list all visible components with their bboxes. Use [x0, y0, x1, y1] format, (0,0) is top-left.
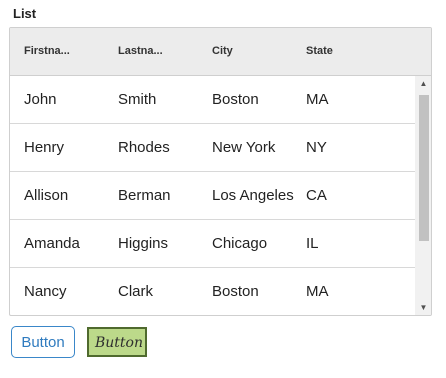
column-header-city[interactable]: City: [212, 45, 302, 57]
table-row[interactable]: Henry Rhodes New York NY: [10, 124, 415, 172]
scrollbar-thumb[interactable]: [419, 95, 429, 241]
table-row[interactable]: Allison Berman Los Angeles CA: [10, 172, 415, 220]
table-row[interactable]: Amanda Higgins Chicago IL: [10, 220, 415, 268]
column-header-lastname[interactable]: Lastna...: [118, 45, 198, 57]
cell-firstname: Nancy: [24, 283, 67, 300]
cell-state: NY: [306, 139, 327, 156]
cell-lastname: Smith: [118, 91, 157, 108]
column-header-firstname[interactable]: Firstna...: [24, 45, 104, 57]
cell-city: New York: [212, 139, 276, 156]
cell-state: IL: [306, 235, 319, 252]
cell-firstname: Amanda: [24, 235, 80, 252]
cell-firstname: Allison: [24, 187, 69, 204]
cell-lastname: Higgins: [118, 235, 169, 252]
cell-lastname: Clark: [118, 283, 154, 300]
grid-header: Firstna... Lastna... City State: [10, 28, 431, 76]
table-row[interactable]: Nancy Clark Boston MA: [10, 268, 415, 315]
cell-state: MA: [306, 91, 329, 108]
cell-city: Boston: [212, 283, 259, 300]
data-grid: Firstna... Lastna... City State John Smi…: [9, 27, 432, 316]
cell-state: MA: [306, 283, 329, 300]
list-title: List: [13, 6, 37, 21]
cell-state: CA: [306, 187, 327, 204]
cell-lastname: Rhodes: [118, 139, 170, 156]
chevron-up-icon[interactable]: ▲: [415, 77, 431, 91]
cell-firstname: John: [24, 91, 57, 108]
cell-lastname: Berman: [118, 187, 171, 204]
vertical-scrollbar[interactable]: ▲ ▼: [415, 76, 431, 315]
cell-firstname: Henry: [24, 139, 65, 156]
table-row[interactable]: John Smith Boston MA: [10, 76, 415, 124]
primary-button[interactable]: Button: [11, 326, 75, 358]
column-header-state[interactable]: State: [306, 45, 366, 57]
chevron-down-icon[interactable]: ▼: [415, 301, 431, 315]
grid-body: John Smith Boston MA Henry Rhodes New Yo…: [10, 76, 415, 315]
cell-city: Los Angeles: [212, 187, 294, 204]
cell-city: Boston: [212, 91, 259, 108]
styled-button[interactable]: Button: [87, 327, 147, 357]
cell-city: Chicago: [212, 235, 268, 252]
